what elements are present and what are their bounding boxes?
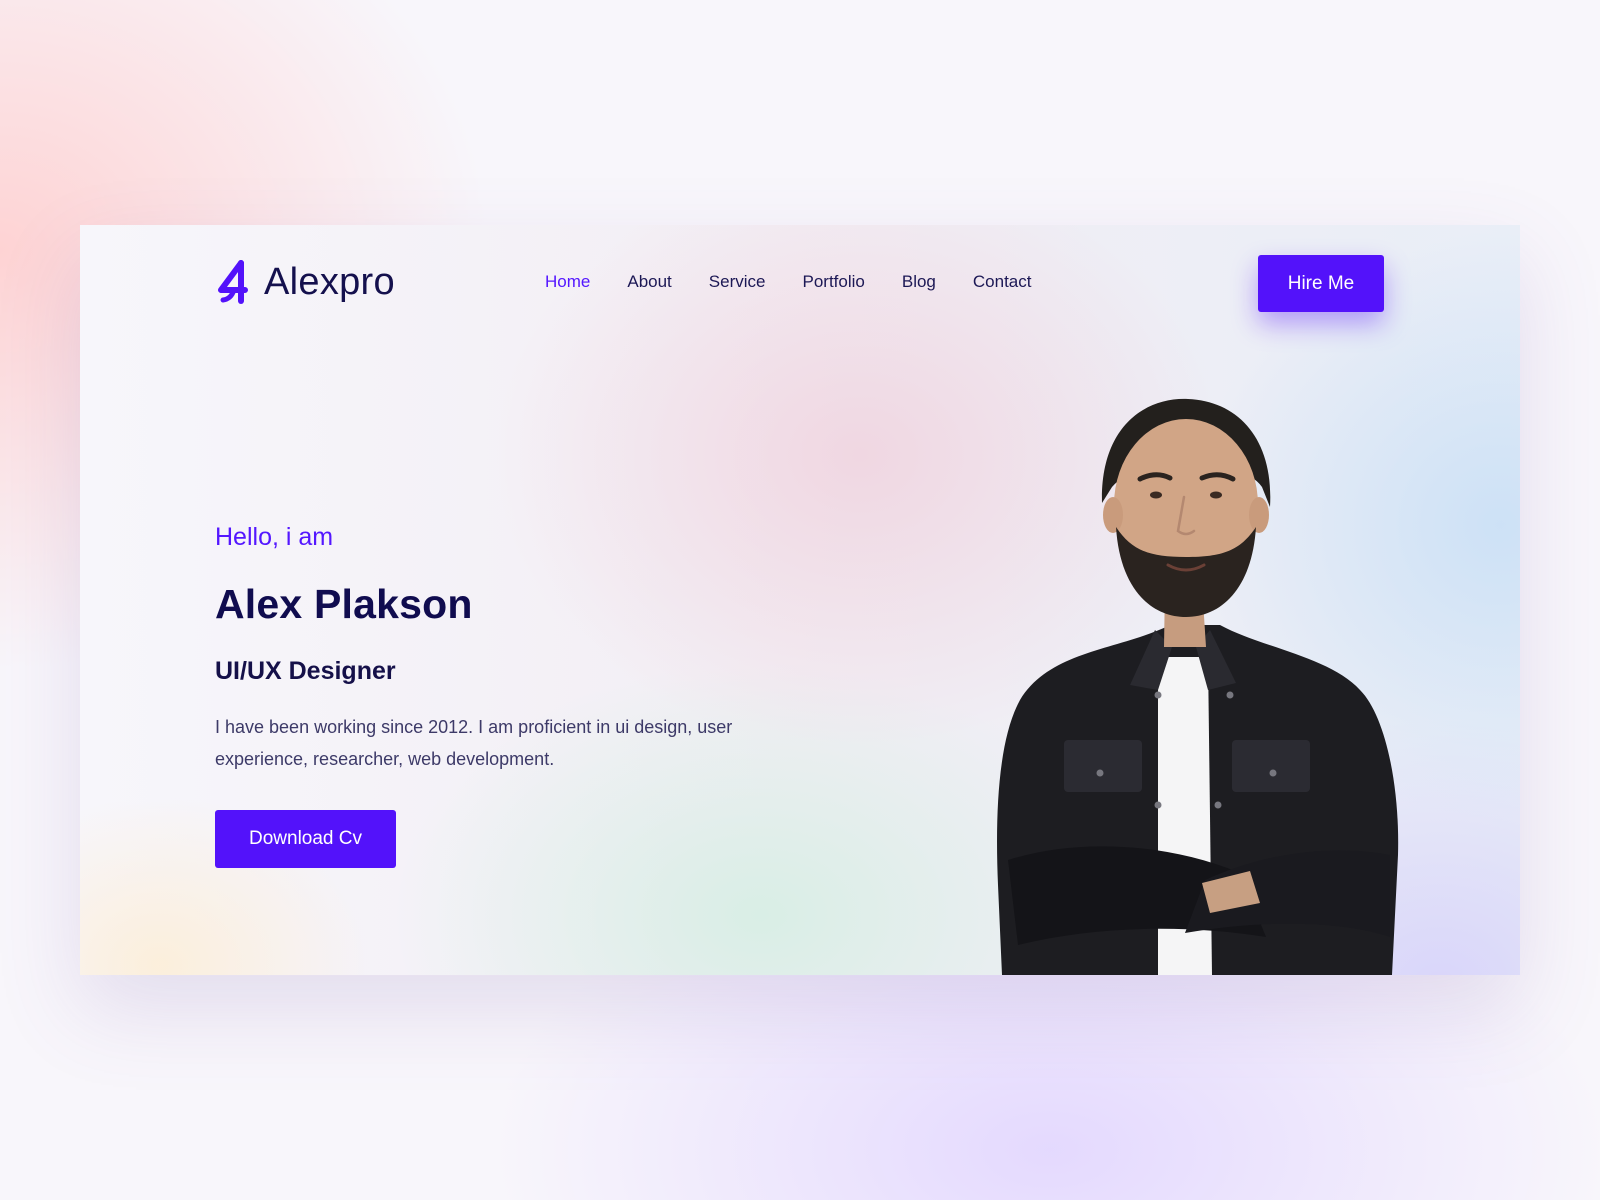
brand-name: Alexpro xyxy=(264,260,395,303)
letter-a-4-logo-icon xyxy=(218,260,248,304)
nav-item-about[interactable]: About xyxy=(627,272,671,292)
hero-role: UI/UX Designer xyxy=(215,657,396,685)
hero-name: Alex Plakson xyxy=(215,581,473,627)
hero-greeting: Hello, i am xyxy=(215,523,334,551)
portrait-image xyxy=(997,398,1399,975)
nav-item-contact[interactable]: Contact xyxy=(973,272,1032,292)
hire-me-button[interactable]: Hire Me xyxy=(1258,255,1384,312)
hero-bio: I have been working since 2012. I am pro… xyxy=(215,717,733,769)
hero-section: Alexpro Home About Service Portfolio Blo… xyxy=(80,225,1520,975)
download-cv-button[interactable]: Download Cv xyxy=(215,810,396,868)
brand-logo[interactable]: Alexpro xyxy=(214,259,395,305)
nav-item-service[interactable]: Service xyxy=(709,272,766,292)
nav-item-portfolio[interactable]: Portfolio xyxy=(802,272,864,292)
nav-item-blog[interactable]: Blog xyxy=(902,272,936,292)
main-navigation: Home About Service Portfolio Blog Contac… xyxy=(545,269,1031,295)
nav-item-home[interactable]: Home xyxy=(545,272,590,292)
